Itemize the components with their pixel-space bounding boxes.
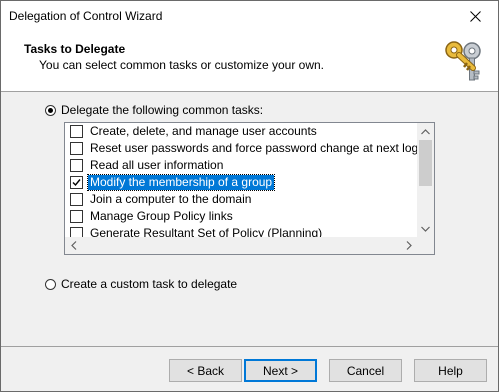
chevron-up-icon — [421, 128, 430, 134]
task-checkbox[interactable] — [70, 193, 83, 206]
task-checkbox[interactable] — [70, 142, 83, 155]
custom-task-radio[interactable] — [45, 278, 56, 290]
checkmark-icon — [72, 179, 81, 187]
wizard-window: Delegation of Control Wizard Tasks to De… — [0, 0, 499, 392]
delegate-common-tasks-label: Delegate the following common tasks: — [61, 103, 264, 117]
scroll-up-button[interactable] — [417, 123, 434, 140]
close-icon — [470, 11, 481, 22]
next-button[interactable]: Next > — [244, 359, 317, 382]
task-list-item[interactable]: Read all user information — [65, 157, 417, 174]
chevron-down-icon — [421, 226, 430, 232]
wizard-header: Tasks to Delegate You can select common … — [1, 32, 498, 92]
task-label: Join a computer to the domain — [90, 192, 252, 206]
scroll-left-button[interactable] — [65, 237, 82, 254]
task-checkbox[interactable] — [70, 125, 83, 138]
task-list-item[interactable]: Modify the membership of a group — [65, 174, 417, 191]
page-title: Tasks to Delegate — [24, 42, 126, 56]
chevron-left-icon — [70, 241, 76, 250]
scrollbar-corner — [417, 237, 434, 254]
page-subtitle: You can select common tasks or customize… — [39, 58, 325, 72]
custom-task-option[interactable]: Create a custom task to delegate — [45, 277, 237, 291]
horizontal-scrollbar[interactable] — [65, 237, 417, 254]
scroll-right-button[interactable] — [400, 237, 417, 254]
vertical-scrollbar[interactable] — [417, 123, 434, 237]
task-list-item[interactable]: Reset user passwords and force password … — [65, 140, 432, 157]
custom-task-label: Create a custom task to delegate — [61, 277, 238, 291]
tasks-listbox[interactable]: Create, delete, and manage user accounts… — [64, 122, 435, 255]
title-bar: Delegation of Control Wizard — [1, 1, 498, 32]
keys-icon — [445, 41, 481, 81]
task-label: Modify the membership of a group — [86, 174, 276, 191]
task-label: Create, delete, and manage user accounts — [90, 124, 317, 138]
help-button[interactable]: Help — [414, 359, 487, 382]
cancel-button[interactable]: Cancel — [329, 359, 402, 382]
scroll-down-button[interactable] — [417, 220, 434, 237]
task-checkbox[interactable] — [70, 210, 83, 223]
window-title: Delegation of Control Wizard — [9, 9, 163, 23]
vertical-scroll-thumb[interactable] — [419, 140, 432, 186]
task-checkbox[interactable] — [70, 176, 83, 189]
task-label: Read all user information — [90, 158, 224, 172]
chevron-right-icon — [406, 241, 412, 250]
close-button[interactable] — [453, 1, 498, 32]
task-label: Reset user passwords and force password … — [90, 141, 432, 155]
task-list-item[interactable]: Join a computer to the domain — [65, 191, 417, 208]
task-list-item[interactable]: Manage Group Policy links — [65, 208, 417, 225]
task-list-item[interactable]: Create, delete, and manage user accounts — [65, 123, 417, 140]
tasks-list: Create, delete, and manage user accounts… — [65, 123, 432, 242]
delegate-common-tasks-option[interactable]: Delegate the following common tasks: — [45, 103, 263, 117]
footer-separator — [1, 346, 498, 347]
task-label: Manage Group Policy links — [90, 209, 233, 223]
back-button[interactable]: < Back — [169, 359, 242, 382]
task-checkbox[interactable] — [70, 159, 83, 172]
delegate-common-tasks-radio[interactable] — [45, 104, 56, 116]
